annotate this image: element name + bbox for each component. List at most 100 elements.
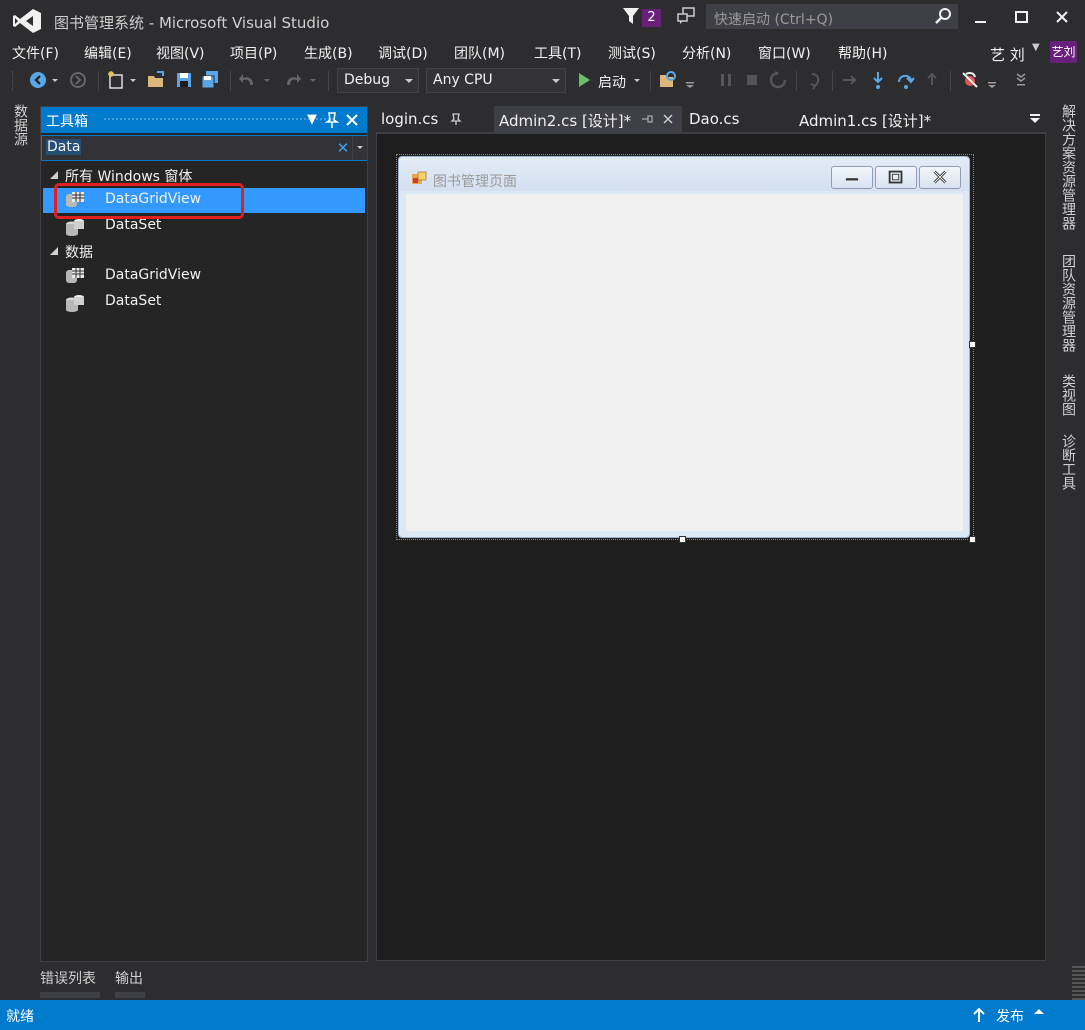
data-sources-tab[interactable]: 数据源 (8, 104, 30, 146)
resize-handle-bottom-right[interactable] (969, 536, 976, 543)
step-into-icon[interactable] (868, 70, 888, 90)
menu-help[interactable]: 帮助(H) (838, 43, 887, 63)
user-avatar[interactable]: 艺刘 (1050, 41, 1077, 63)
form-title-bar[interactable]: 图书管理页面 (399, 157, 969, 191)
tab-label: Admin2.cs [设计]* (499, 112, 632, 130)
toolbox-group-data[interactable]: 数据 (41, 239, 367, 263)
output-tab[interactable]: 输出 (115, 968, 143, 988)
window-position-dropdown-icon[interactable]: ▼ (303, 110, 321, 130)
pause-icon[interactable] (716, 70, 736, 90)
start-dropdown-icon[interactable] (632, 70, 642, 90)
form-client-area[interactable] (406, 194, 963, 531)
breakpoints-dropdown-icon[interactable] (986, 70, 998, 90)
team-explorer-tab[interactable]: 团队资源管理器 (1056, 254, 1078, 352)
step-out-icon[interactable] (922, 70, 942, 90)
back-dropdown-icon[interactable] (50, 70, 60, 90)
menu-test[interactable]: 测试(S) (608, 43, 656, 63)
undo-icon[interactable] (238, 70, 258, 90)
auto-hide-pin-icon[interactable] (323, 110, 341, 130)
chevron-down-icon (552, 79, 560, 83)
toolbar-overflow-icon[interactable] (1014, 70, 1028, 90)
start-debugging-play-icon[interactable] (574, 70, 594, 90)
form-designer-surface[interactable]: 图书管理页面 (376, 132, 1046, 961)
show-next-statement-icon[interactable] (806, 70, 826, 90)
error-list-tab[interactable]: 错误列表 (40, 968, 96, 988)
maximize-window-button[interactable] (1000, 4, 1040, 30)
expanded-arrow-icon[interactable] (50, 247, 58, 255)
toolbox-drag-grip[interactable] (103, 117, 333, 122)
redo-dropdown-icon[interactable] (308, 70, 318, 90)
open-file-icon[interactable] (146, 70, 166, 90)
designed-form[interactable]: 图书管理页面 (398, 156, 970, 538)
diagnostic-tools-tab[interactable]: 诊断工具 (1056, 434, 1078, 490)
user-account-name[interactable]: 艺 刘 (990, 44, 1025, 65)
menu-team[interactable]: 团队(M) (454, 43, 505, 63)
new-project-icon[interactable] (106, 70, 126, 90)
menu-view[interactable]: 视图(V) (156, 43, 205, 63)
tab-login-cs[interactable]: login.cs (376, 106, 490, 132)
menu-window[interactable]: 窗口(W) (758, 43, 811, 63)
notifications-flag-icon[interactable] (622, 7, 640, 25)
close-tab-icon[interactable] (662, 113, 674, 125)
form-close-button[interactable] (919, 166, 961, 189)
toolbox-item-dataset[interactable]: DataSet (43, 290, 365, 315)
chevron-down-icon (405, 79, 413, 83)
close-toolbox-icon[interactable] (343, 110, 361, 130)
publish-button[interactable]: 发布 (996, 1006, 1024, 1026)
quick-launch-placeholder: 快速启动 (Ctrl+Q) (714, 12, 834, 28)
close-window-button[interactable] (1042, 4, 1082, 30)
undo-dropdown-icon[interactable] (262, 70, 272, 90)
menu-file[interactable]: 文件(F) (12, 43, 59, 63)
menu-edit[interactable]: 编辑(E) (84, 43, 132, 63)
navigate-forward-icon[interactable] (68, 70, 88, 90)
solution-explorer-tab[interactable]: 解决方案资源管理器 (1056, 104, 1078, 230)
pinned-tab-icon[interactable] (450, 112, 462, 126)
feedback-icon[interactable] (676, 6, 696, 26)
solution-configuration-select[interactable]: Debug (337, 68, 419, 93)
navigate-back-icon[interactable] (28, 70, 48, 90)
menu-project[interactable]: 项目(P) (230, 43, 277, 63)
quick-launch-input[interactable]: 快速启动 (Ctrl+Q) (706, 4, 958, 29)
menu-analyze[interactable]: 分析(N) (682, 43, 731, 63)
form-minimize-button[interactable] (831, 166, 873, 189)
redo-icon[interactable] (282, 70, 302, 90)
menu-build[interactable]: 生成(B) (304, 43, 353, 63)
menu-debug[interactable]: 调试(D) (378, 43, 428, 63)
publish-arrow-up-icon[interactable] (972, 1007, 986, 1023)
start-button[interactable]: 启动 (598, 72, 626, 92)
breakpoints-icon[interactable] (960, 70, 980, 90)
toolbar-options-icon[interactable] (684, 70, 696, 90)
notification-count-badge[interactable]: 2 (642, 9, 661, 27)
clear-search-icon[interactable]: ✕ (334, 137, 352, 159)
toolbox-item-datagridview[interactable]: DataGridView (43, 264, 365, 289)
visual-studio-logo-icon (13, 9, 41, 33)
active-files-dropdown-icon[interactable] (1028, 112, 1042, 126)
user-menu-caret-icon[interactable]: ▼ (1032, 42, 1040, 53)
find-in-files-icon[interactable] (658, 70, 678, 90)
form-maximize-button[interactable] (875, 166, 917, 189)
search-options-dropdown[interactable] (352, 136, 367, 160)
tab-admin2-designer[interactable]: Admin2.cs [设计]* (494, 106, 682, 132)
menu-tools[interactable]: 工具(T) (534, 43, 581, 63)
class-view-tab[interactable]: 类视图 (1056, 374, 1078, 416)
expanded-arrow-icon[interactable] (50, 171, 58, 179)
search-icon[interactable] (934, 7, 953, 26)
step-over-icon[interactable] (896, 70, 916, 90)
publish-caret-up-icon[interactable] (1034, 1009, 1044, 1014)
toolbox-header[interactable]: 工具箱 ▼ (41, 107, 367, 133)
new-dropdown-icon[interactable] (128, 70, 138, 90)
restart-icon[interactable] (768, 70, 788, 90)
toolbox-search-input[interactable]: Data ✕ (41, 135, 367, 161)
save-all-icon[interactable] (200, 70, 220, 90)
tab-admin1-designer[interactable]: Admin1.cs [设计]* (794, 106, 964, 132)
tab-label: Admin1.cs [设计]* (799, 112, 932, 130)
minimize-window-button[interactable] (960, 4, 1000, 30)
pin-tab-icon[interactable] (640, 113, 654, 125)
step-over-disabled-icon[interactable] (840, 70, 860, 90)
solution-platform-select[interactable]: Any CPU (426, 68, 566, 93)
save-icon[interactable] (174, 70, 194, 90)
resize-handle-bottom[interactable] (679, 536, 686, 543)
stop-icon[interactable] (742, 70, 762, 90)
tab-dao-cs[interactable]: Dao.cs (684, 106, 784, 132)
resize-handle-right[interactable] (969, 341, 976, 348)
